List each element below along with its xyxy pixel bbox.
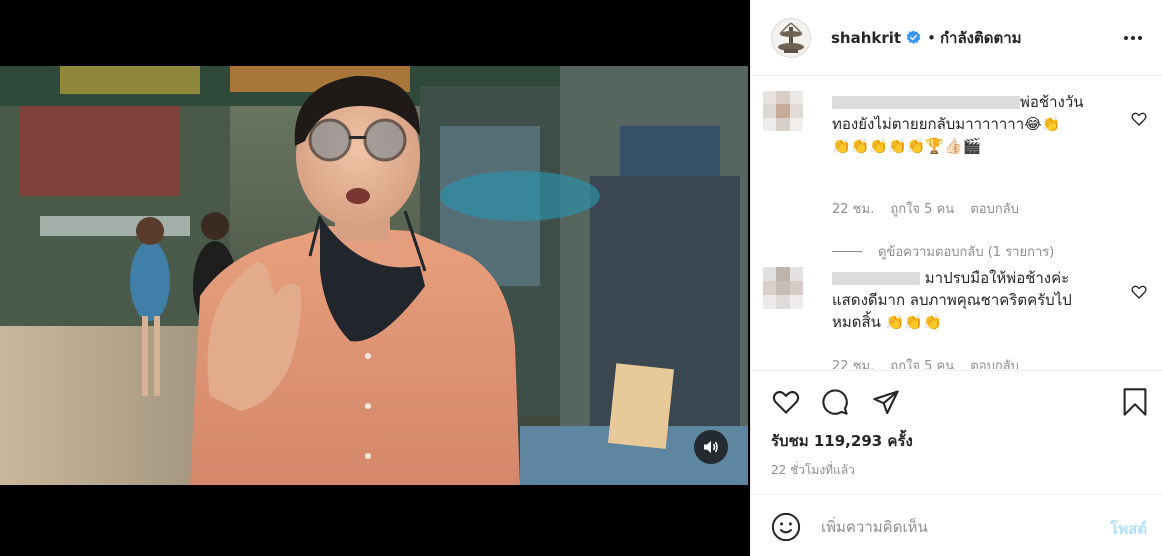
view-replies-label: ดูข้อความตอบกลับ (1 รายการ) <box>878 245 1055 260</box>
comments-list[interactable]: พ่อช้างวัน ทองยังไม่ตายยกลับมาาาาาาา😂👏 👏… <box>751 77 1162 369</box>
post-media <box>0 0 750 556</box>
add-comment-bar: โพสต์ <box>751 494 1162 556</box>
video-frame-image <box>0 66 748 485</box>
bookmark-icon <box>1123 388 1147 416</box>
comment-likes-count[interactable]: ถูกใจ 5 คน <box>890 359 954 369</box>
comment-like-heart-icon[interactable] <box>1131 284 1147 300</box>
more-options-icon <box>1124 36 1142 40</box>
reply-button[interactable]: ตอบกลับ <box>970 202 1019 217</box>
comment-line-3: หมดสิ้น 👏👏👏 <box>832 313 942 331</box>
fountain-logo-icon <box>778 21 804 53</box>
comment-meta: 22 ชม. ถูกใจ 5 คน ตอบกลับ <box>832 355 1031 369</box>
post-details-panel: shahkrit • กำลังติดตาม พ่อช้างวัน ทองยัง… <box>750 0 1162 556</box>
video-player[interactable] <box>0 66 748 485</box>
reply-button[interactable]: ตอบกลับ <box>970 359 1019 369</box>
comment-like-heart-icon[interactable] <box>1131 111 1147 127</box>
comment-meta: 22 ชม. ถูกใจ 5 คน ตอบกลับ <box>832 198 1031 219</box>
share-button[interactable] <box>871 387 901 417</box>
comment-line-1: มาปรบมือให้พ่อช้างค่ะ <box>924 269 1070 287</box>
post-comment-button[interactable]: โพสต์ <box>1110 517 1147 541</box>
view-count[interactable]: รับชม 119,293 ครั้ง <box>771 429 913 453</box>
following-button[interactable]: กำลังติดตาม <box>940 26 1022 50</box>
heart-icon <box>772 390 800 414</box>
blurred-username <box>832 272 920 285</box>
author-avatar[interactable] <box>771 17 811 58</box>
commenter-avatar[interactable] <box>763 267 803 327</box>
save-button[interactable] <box>1120 387 1150 417</box>
comment-time: 22 ชม. <box>832 359 875 369</box>
comment-bubble-icon <box>822 389 848 415</box>
comment-text: มาปรบมือให้พ่อช้างค่ะ แสดงดีมาก ลบภาพคุณ… <box>832 267 1122 333</box>
verified-badge-icon <box>906 30 921 44</box>
comment-likes-count[interactable]: ถูกใจ 5 คน <box>890 202 954 217</box>
speaker-icon <box>704 441 718 453</box>
blurred-username <box>832 96 1020 109</box>
comment-line-2: ทองยังไม่ตายยกลับมาาาาาาา😂👏 <box>832 115 1061 133</box>
comment-line-3: 👏👏👏👏👏🏆👍🏻🎬 <box>832 137 982 155</box>
comment-text: พ่อช้างวัน ทองยังไม่ตายยกลับมาาาาาาา😂👏 👏… <box>832 91 1122 157</box>
post-header: shahkrit • กำลังติดตาม <box>751 0 1162 76</box>
view-replies-button[interactable]: ดูข้อความตอบกลับ (1 รายการ) <box>832 241 1054 262</box>
pixelated-avatar-image <box>763 267 803 327</box>
comment-button[interactable] <box>820 387 850 417</box>
comment-time: 22 ชม. <box>832 202 875 217</box>
mute-toggle-button[interactable] <box>694 430 728 464</box>
emoji-smile-icon[interactable] <box>771 512 801 542</box>
like-button[interactable] <box>771 387 801 417</box>
paper-plane-icon <box>873 390 899 415</box>
more-options-button[interactable] <box>1121 27 1145 49</box>
pixelated-avatar-image <box>763 91 803 151</box>
comment-input[interactable] <box>821 513 1091 541</box>
header-separator: • <box>927 28 936 47</box>
replies-divider-line <box>832 251 862 252</box>
comment-line-2: แสดงดีมาก ลบภาพคุณชาคริตครับไป <box>832 291 1072 309</box>
author-username[interactable]: shahkrit <box>831 29 901 47</box>
post-timestamp: 22 ชั่วโมงที่แล้ว <box>771 463 855 477</box>
post-actions-section: รับชม 119,293 ครั้ง 22 ชั่วโมงที่แล้ว โพ… <box>751 370 1162 556</box>
comment-line-1: พ่อช้างวัน <box>1020 93 1084 111</box>
commenter-avatar[interactable] <box>763 91 803 151</box>
